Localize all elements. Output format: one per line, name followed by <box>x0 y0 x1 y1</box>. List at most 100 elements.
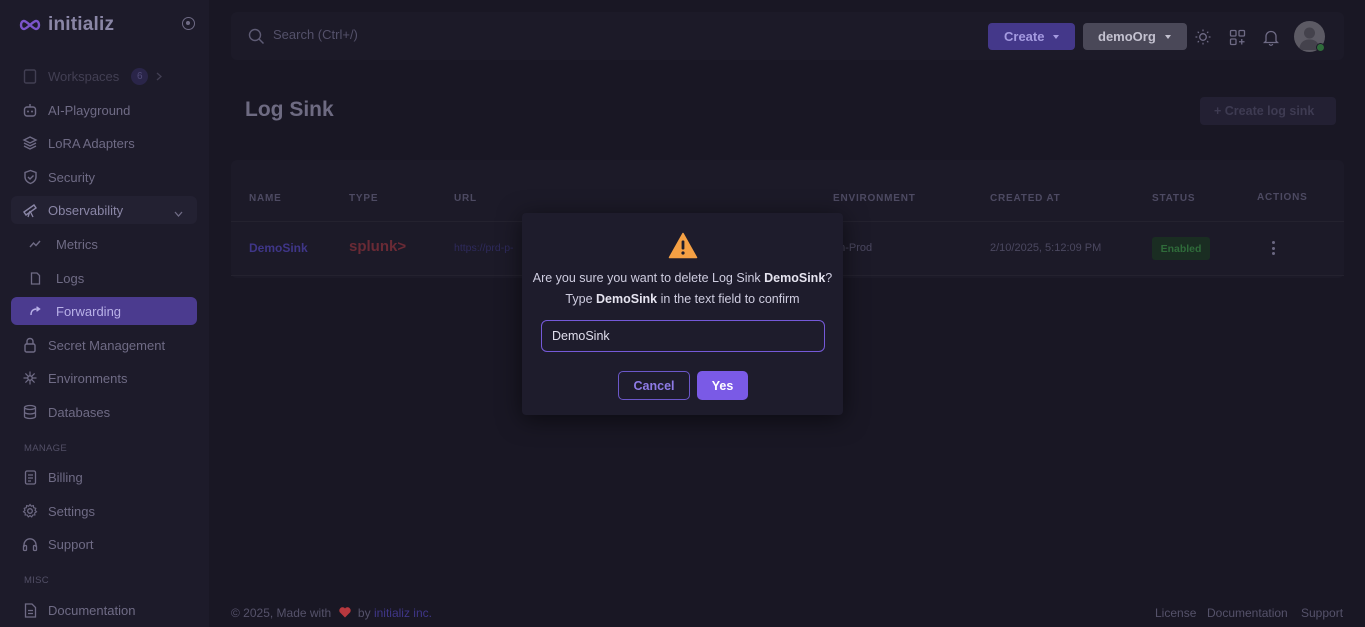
sink-created-at: 2/10/2025, 5:12:09 PM <box>990 242 1102 254</box>
forward-arrow-icon <box>27 303 43 319</box>
column-header-status[interactable]: STATUS <box>1152 193 1195 204</box>
delete-confirm-dialog: Are you sure you want to delete Log Sink… <box>522 213 843 415</box>
receipt-icon <box>22 469 38 485</box>
workspaces-icon <box>22 68 38 84</box>
dialog-instruction: Type DemoSink in the text field to confi… <box>522 292 843 306</box>
footer-link-support[interactable]: Support <box>1301 606 1343 620</box>
apps-grid-icon[interactable] <box>1228 28 1246 46</box>
heart-icon <box>338 607 351 621</box>
sidebar-item-billing[interactable]: Billing <box>11 463 197 491</box>
create-button[interactable]: Create <box>988 23 1075 50</box>
robot-icon <box>22 102 38 118</box>
sidebar-item-label: Databases <box>48 404 111 420</box>
sidebar-item-label: Secret Management <box>48 337 166 353</box>
column-header-name[interactable]: NAME <box>249 193 282 204</box>
shield-icon <box>22 169 38 185</box>
dialog-question: Are you sure you want to delete Log Sink… <box>522 271 843 285</box>
sidebar-item-label: Support <box>48 536 94 552</box>
sidebar-item-ai-playground[interactable]: AI-Playground <box>11 96 197 124</box>
infinity-logo-icon <box>19 19 41 31</box>
sidebar-item-security[interactable]: Security <box>11 163 197 191</box>
sidebar-item-label: Observability <box>48 202 124 218</box>
footer-link-license[interactable]: License <box>1155 606 1196 620</box>
dialog-question-sink-name: DemoSink <box>764 271 826 285</box>
sidebar-item-workspaces[interactable]: Workspaces 6 <box>11 62 197 90</box>
document-icon <box>22 602 38 618</box>
file-icon <box>27 270 43 286</box>
row-actions-menu-icon[interactable] <box>1271 241 1275 255</box>
create-log-sink-button[interactable]: + Create log sink <box>1200 97 1336 125</box>
sidebar-item-metrics[interactable]: Metrics <box>11 230 197 258</box>
app-name: initializ <box>48 14 115 35</box>
sidebar-item-documentation[interactable]: Documentation <box>11 596 197 624</box>
org-switcher-button[interactable]: demoOrg <box>1083 23 1187 50</box>
sidebar-item-label: Documentation <box>48 602 136 618</box>
sidebar-item-label: LoRA Adapters <box>48 135 135 151</box>
caret-down-icon <box>1053 34 1060 39</box>
cancel-button[interactable]: Cancel <box>618 371 690 400</box>
confirm-sink-name-input[interactable] <box>541 320 825 352</box>
headset-icon <box>22 536 38 552</box>
sidebar-item-logs[interactable]: Logs <box>11 264 197 292</box>
confirm-delete-button[interactable]: Yes <box>697 371 748 400</box>
column-header-created-at[interactable]: CREATED AT <box>990 193 1061 204</box>
workspaces-count-badge: 6 <box>131 67 149 85</box>
page-title: Log Sink <box>245 98 334 121</box>
sidebar-item-label: AI-Playground <box>48 102 131 118</box>
sidebar-item-label: Environments <box>48 370 128 386</box>
footer-brand-link[interactable]: initializ inc. <box>374 606 432 620</box>
sidebar: initializ Workspaces 6 AI-Playground LoR… <box>0 0 209 627</box>
column-header-type[interactable]: TYPE <box>349 193 378 204</box>
copyright-text: © 2025, Made with <box>231 606 332 620</box>
sidebar-item-secret-management[interactable]: Secret Management <box>11 331 197 359</box>
dialog-question-prefix: Are you sure you want to delete Log Sink <box>532 271 765 285</box>
nodes-icon <box>22 370 38 386</box>
chevron-right-icon <box>156 69 163 84</box>
sink-name-link[interactable]: DemoSink <box>249 241 308 255</box>
sidebar-item-lora-adapters[interactable]: LoRA Adapters <box>11 129 197 157</box>
sidebar-item-observability[interactable]: Observability <box>11 196 197 224</box>
sidebar-item-forwarding[interactable]: Forwarding <box>11 297 197 325</box>
lock-icon <box>22 337 38 353</box>
sidebar-item-label: Settings <box>48 503 95 519</box>
caret-down-icon <box>1164 34 1171 39</box>
gear-icon <box>22 503 38 519</box>
warning-icon <box>668 232 698 264</box>
sidebar-item-databases[interactable]: Databases <box>11 398 197 426</box>
trend-icon <box>27 236 43 252</box>
by-text: by <box>357 606 371 620</box>
database-icon <box>22 404 38 420</box>
splunk-logo: splunk> <box>349 238 407 255</box>
theme-toggle-sun-icon[interactable] <box>1194 28 1212 46</box>
sidebar-item-settings[interactable]: Settings <box>11 497 197 525</box>
sidebar-collapse-button[interactable] <box>182 17 195 30</box>
sink-url[interactable]: https://prd-p- <box>454 242 514 254</box>
online-status-dot <box>1316 43 1325 52</box>
sidebar-item-label: Logs <box>56 270 85 286</box>
layers-icon <box>22 135 38 151</box>
sidebar-item-label: Forwarding <box>56 303 122 319</box>
dialog-question-suffix: ? <box>825 271 833 285</box>
column-header-actions: ACTIONS <box>1257 192 1308 203</box>
dialog-instruction-prefix: Type <box>565 292 596 306</box>
logo[interactable]: initializ <box>18 14 114 36</box>
section-label-manage: MANAGE <box>24 443 67 454</box>
footer-copyright: © 2025, Made with by initializ inc. <box>231 606 432 621</box>
org-switcher-label: demoOrg <box>1098 29 1156 44</box>
column-header-url[interactable]: URL <box>454 193 477 204</box>
section-label-misc: MISC <box>24 575 49 586</box>
sidebar-item-environments[interactable]: Environments <box>11 364 197 392</box>
dialog-instruction-sink-name: DemoSink <box>596 292 658 306</box>
column-header-environment[interactable]: ENVIRONMENT <box>833 193 916 204</box>
search-icon <box>248 28 265 50</box>
sidebar-item-support[interactable]: Support <box>11 530 197 558</box>
dialog-instruction-suffix: in the text field to confirm <box>657 292 800 306</box>
sidebar-item-label: Security <box>48 169 95 185</box>
sidebar-item-label: Workspaces <box>48 68 120 84</box>
status-badge: Enabled <box>1152 237 1210 260</box>
bell-icon[interactable] <box>1262 28 1280 46</box>
search-input[interactable] <box>273 27 573 42</box>
sidebar-item-label: Metrics <box>56 236 98 252</box>
top-bar: Create demoOrg <box>231 12 1344 60</box>
footer-link-documentation[interactable]: Documentation <box>1207 606 1288 620</box>
